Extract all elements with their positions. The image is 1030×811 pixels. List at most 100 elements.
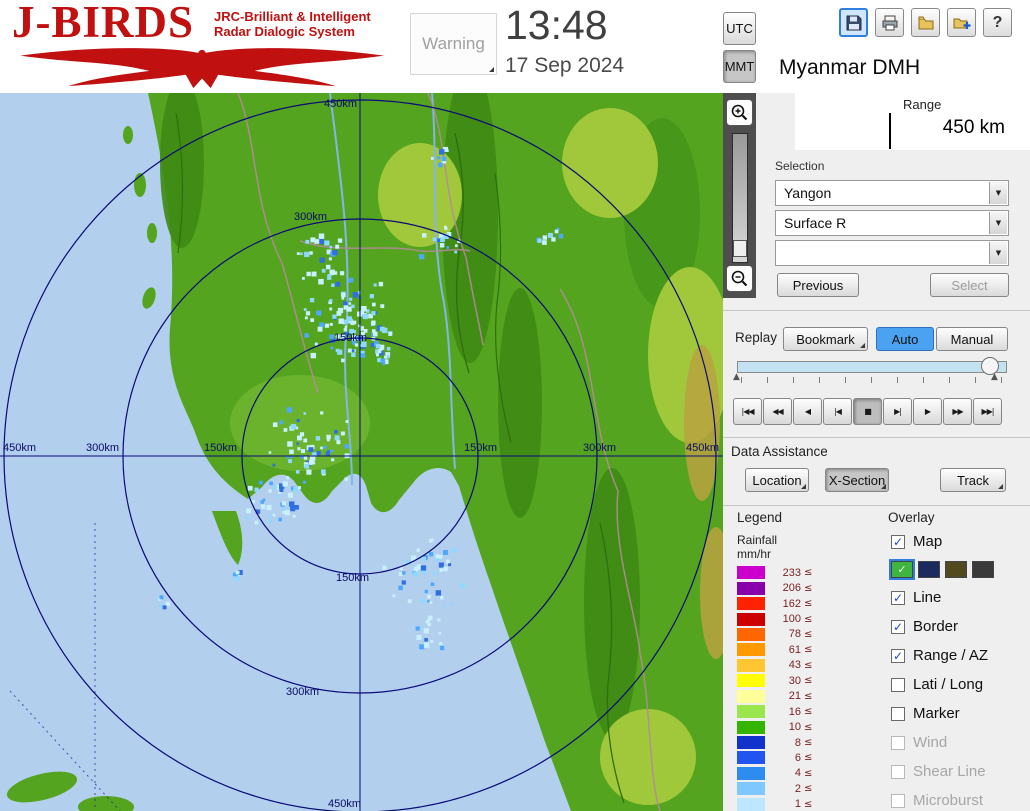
zoom-out-button[interactable] (726, 265, 753, 292)
overlay-item-shear-line[interactable]: Shear Line (891, 757, 1026, 786)
auto-button[interactable]: Auto (876, 327, 934, 351)
slider-tick (975, 377, 976, 383)
skip-to-end-button[interactable]: ▶▶| (973, 398, 1002, 425)
checkbox-line[interactable]: ✓ (891, 590, 905, 605)
export-button[interactable] (947, 8, 976, 37)
play-button[interactable]: ▶ (913, 398, 942, 425)
fast-forward-button[interactable]: ▶▶ (943, 398, 972, 425)
warning-button[interactable]: Warning (410, 13, 497, 75)
help-button[interactable]: ? (983, 8, 1012, 37)
track-button[interactable]: Track (940, 468, 1006, 492)
zoom-slider-thumb[interactable] (733, 240, 747, 257)
map-style-swatch-2[interactable] (918, 561, 940, 578)
legend-value: 1 (794, 798, 801, 811)
extra-combo[interactable]: ▼ (775, 240, 1009, 266)
checkbox-microburst[interactable] (891, 793, 905, 808)
legend-rows: 233 ≤206 ≤162 ≤100 ≤78 ≤61 ≤43 ≤30 ≤21 ≤16 ≤10 ≤8 ≤6… (737, 565, 847, 811)
checkbox-marker[interactable] (891, 706, 905, 721)
fast-rewind-button[interactable]: ◀◀ (763, 398, 792, 425)
select-button[interactable]: Select (930, 273, 1009, 297)
site-combo-value: Yangon (784, 185, 832, 201)
legend-lte-symbol: ≤ (804, 582, 813, 594)
site-combo-arrow-icon[interactable]: ▼ (989, 182, 1007, 204)
skip-to-start-button[interactable]: |◀◀ (733, 398, 762, 425)
range-ring-label: 150km (334, 332, 367, 344)
map-style-swatch-4[interactable] (972, 561, 994, 578)
legend-row: 78 ≤ (737, 627, 847, 642)
timeline-start-marker-icon: ▲ (733, 372, 740, 382)
legend-row: 100 ≤ (737, 611, 847, 626)
legend-color-swatch (737, 566, 765, 580)
zoom-slider[interactable] (732, 133, 748, 263)
selection-label: Selection (775, 159, 825, 173)
legend-value: 206 (782, 582, 801, 595)
manual-button[interactable]: Manual (936, 327, 1008, 351)
checkbox-lati-long[interactable] (891, 677, 905, 692)
previous-button[interactable]: Previous (777, 273, 859, 297)
map-style-swatch-1[interactable]: ✓ (889, 559, 915, 580)
overlay-item-range-az[interactable]: ✓ Range / AZ (891, 641, 1026, 670)
overlay-item-microburst[interactable]: Microburst (891, 786, 1026, 811)
product-combo-arrow-icon[interactable]: ▼ (989, 212, 1007, 234)
legend-color-swatch (737, 689, 765, 703)
replay-label: Replay (735, 330, 778, 345)
extra-combo-arrow-icon[interactable]: ▼ (989, 242, 1007, 264)
save-button[interactable] (839, 8, 868, 37)
next-frame-button[interactable]: ▶| (883, 398, 912, 425)
range-ring-label: 300km (294, 211, 327, 223)
overlay-item-wind[interactable]: Wind (891, 728, 1026, 757)
location-button[interactable]: Location (745, 468, 809, 492)
checkbox-range-az[interactable]: ✓ (891, 648, 905, 663)
station-title: Myanmar DMH (779, 56, 921, 79)
legend-color-swatch (737, 751, 765, 765)
overlay-item-label: Map (913, 533, 943, 550)
slider-tick (949, 377, 950, 383)
legend-color-swatch (737, 766, 765, 780)
zoom-in-button[interactable] (726, 99, 753, 126)
x-section-button[interactable]: X-Section (825, 468, 889, 492)
legend-value: 2 (794, 782, 801, 795)
overlay-item-border[interactable]: ✓ Border (891, 612, 1026, 641)
bookmark-button[interactable]: Bookmark (783, 327, 868, 351)
checkbox-shear-line[interactable] (891, 764, 905, 779)
slider-tick (897, 377, 898, 383)
range-value: 450 km (942, 117, 1005, 138)
legend-value: 8 (794, 736, 801, 749)
range-ring-label: 450km (328, 798, 361, 810)
checkbox-border[interactable]: ✓ (891, 619, 905, 634)
overlay-list: ✓ Map ✓ ✓ Line ✓ Border ✓ Range / AZ Lati / Long M… (889, 527, 1026, 811)
mmt-toggle-button[interactable]: MMT (723, 50, 756, 83)
utc-toggle-button[interactable]: UTC (723, 12, 756, 45)
legend-color-swatch (737, 658, 765, 672)
range-ring-label: 450km (686, 442, 719, 454)
prev-frame-button[interactable]: |◀ (823, 398, 852, 425)
overlay-item-map[interactable]: ✓ Map (891, 527, 1026, 556)
legend-lte-symbol: ≤ (804, 598, 813, 610)
overlay-item-label: Line (913, 589, 942, 606)
legend-row: 206 ≤ (737, 580, 847, 595)
legend-row: 8 ≤ (737, 735, 847, 750)
stop-button[interactable]: ■ (853, 398, 882, 425)
legend-row: 43 ≤ (737, 658, 847, 673)
checkbox-wind[interactable] (891, 735, 905, 750)
radar-map[interactable]: 450km 300km 150km 150km 300km 450km 450km 300km… (0, 63, 732, 811)
print-button[interactable] (875, 8, 904, 37)
map-style-swatch-3[interactable] (945, 561, 967, 578)
slider-tick (741, 377, 742, 383)
checkbox-map[interactable]: ✓ (891, 534, 905, 549)
toolbar: ? (839, 8, 1012, 37)
overlay-item-marker[interactable]: Marker (891, 699, 1026, 728)
product-combo[interactable]: Surface R ▼ (775, 210, 1009, 236)
overlay-item-line[interactable]: ✓ Line (891, 583, 1026, 612)
step-back-button[interactable]: ◀ (793, 398, 822, 425)
legend-value: 30 (788, 674, 801, 687)
map-style-swatches: ✓ (889, 556, 1026, 583)
legend-row: 61 ≤ (737, 642, 847, 657)
replay-timeline-slider[interactable] (737, 361, 1007, 373)
legend-lte-symbol: ≤ (804, 706, 813, 718)
overlay-item-lati-long[interactable]: Lati / Long (891, 670, 1026, 699)
legend-color-swatch (737, 797, 765, 811)
legend-value: 16 (788, 705, 801, 718)
site-combo[interactable]: Yangon ▼ (775, 180, 1009, 206)
open-folder-button[interactable] (911, 8, 940, 37)
